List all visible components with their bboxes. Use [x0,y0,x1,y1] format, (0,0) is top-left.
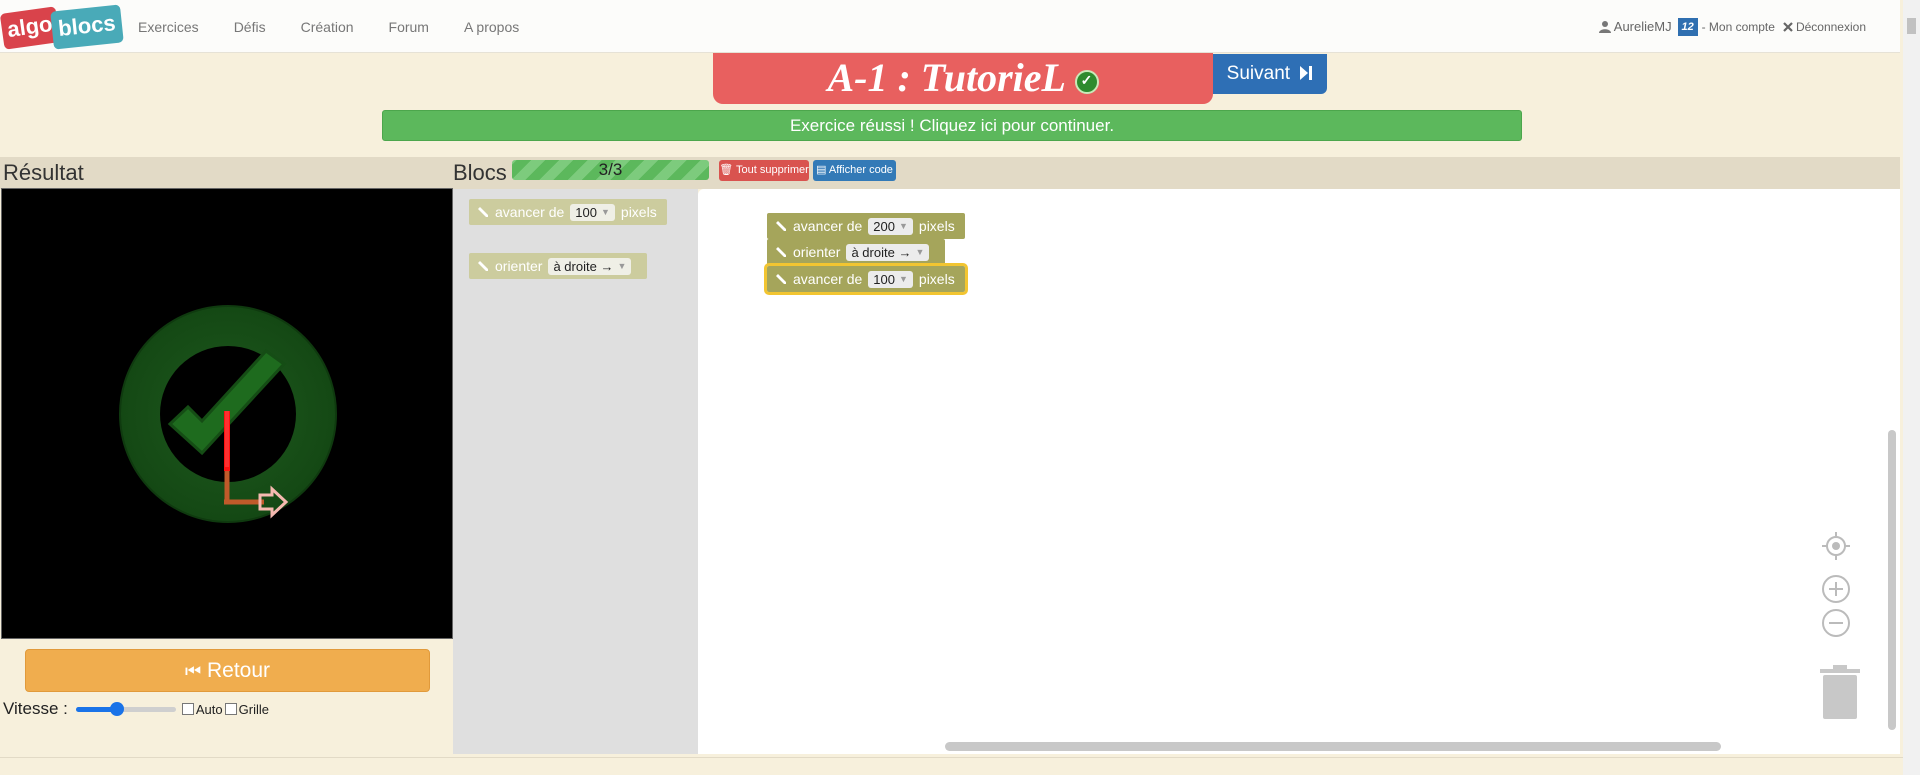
slider-thumb[interactable] [110,702,125,716]
exercise-title-text: A-1 : TutorieL [827,55,1065,100]
trash-icon: 🗑 [719,164,734,176]
level-badge: 12 [1677,17,1698,36]
workspace-block-forward-2[interactable]: avancer de 100 ▼ pixels [764,263,968,295]
logout-link[interactable]: Déconnexion [1796,20,1866,34]
workspace-vertical-scrollbar[interactable] [1888,430,1896,730]
toolbox-block-orient[interactable]: orienter à droite → ▼ [469,253,648,279]
nav-creation[interactable]: Création [301,19,354,35]
grid-box[interactable] [224,703,237,715]
result-heading: Résultat [3,160,84,185]
field-value: à droite → [851,244,912,260]
algobocs-logo[interactable]: algo blocs [0,4,124,50]
nav-links: Exercices Défis Création Forum A propos [138,0,554,53]
block-suffix: pixels [620,204,657,220]
pencil-icon [776,274,786,284]
dropdown-arrow-icon: ▼ [898,274,908,284]
auto-checkbox[interactable]: Auto [181,701,223,717]
pencil-icon [776,221,786,231]
workspace-block-orient[interactable]: orienter à droite → ▼ [767,239,946,265]
result-canvas [1,188,453,639]
logo-blocs: blocs [50,4,124,50]
block-workspace[interactable]: avancer de 200 ▼ pixels orienter à droite… [698,189,1900,754]
block-text: orienter [495,258,543,274]
dropdown-arrow-icon: ▼ [898,221,908,231]
nav-exercices[interactable]: Exercices [138,19,199,35]
username[interactable]: AurelieMJ [1614,19,1672,34]
delete-all-label: Tout supprimer [736,164,809,176]
back-button[interactable]: ⏮ Retour [25,649,430,692]
distance-field[interactable]: 100 ▼ [570,203,615,221]
field-value: 200 [873,218,895,234]
trash-can-icon[interactable] [1818,665,1862,721]
block-toolbox: avancer de 100 ▼ pixels orienter à droite… [453,189,698,754]
close-icon [1783,21,1793,32]
block-text: avancer de [793,271,863,287]
delete-all-button[interactable]: 🗑 Tout supprimer [719,160,809,181]
grid-checkbox[interactable]: Grille [224,701,269,717]
pencil-icon [478,261,488,271]
footer-band [0,757,1903,775]
show-code-button[interactable]: ▤ Afficher code [813,160,896,181]
next-label: Suivant [1226,63,1291,84]
speed-label: Vitesse : [3,699,68,718]
distance-field[interactable]: 100 ▼ [868,270,913,288]
user-area: AurelieMJ 12 - Mon compte Déconnexion [1598,0,1874,53]
direction-field[interactable]: à droite → ▼ [846,243,930,261]
navbar: algo blocs Exercices Défis Création Foru… [0,0,1900,53]
result-header: Résultat [0,157,453,189]
speed-slider[interactable] [75,698,176,720]
success-banner[interactable]: Exercice réussi ! Cliquez ici pour conti… [382,110,1522,141]
block-text: avancer de [495,204,565,220]
blocks-progress: 3/3 [512,160,709,180]
user-icon [1598,21,1611,33]
back-label: Retour [207,659,271,682]
field-value: 100 [873,271,895,287]
workspace-horizontal-scrollbar[interactable] [945,742,1721,751]
block-text: orienter [793,244,841,260]
block-suffix: pixels [918,218,955,234]
dropdown-arrow-icon: ▼ [915,247,925,257]
distance-field[interactable]: 200 ▼ [868,217,913,235]
toolbox-block-forward[interactable]: avancer de 100 ▼ pixels [469,199,667,225]
nav-forum[interactable]: Forum [389,19,429,35]
field-value: à droite → [553,258,614,274]
next-button[interactable]: Suivant [1213,54,1327,94]
nav-defis[interactable]: Défis [234,19,266,35]
auto-box[interactable] [181,703,194,715]
zoom-in-icon[interactable] [1820,573,1852,605]
skip-forward-icon [1300,66,1313,80]
block-text: avancer de [793,218,863,234]
dropdown-arrow-icon: ▼ [617,261,627,271]
rewind-icon: ⏮ [184,661,202,681]
check-icon: ✓ [1074,69,1099,94]
zoom-out-icon[interactable] [1820,607,1852,639]
account-link[interactable]: - Mon compte [1702,20,1775,34]
direction-field[interactable]: à droite → ▼ [548,257,632,275]
exercise-title: A-1 : TutorieL ✓ [713,53,1213,104]
show-code-label: Afficher code [828,164,893,176]
field-value: 100 [575,204,597,220]
page-scrollbar[interactable] [1903,0,1920,775]
blocs-heading: Blocs [453,160,507,185]
list-icon: ▤ [816,164,827,176]
recenter-icon[interactable] [1820,530,1852,562]
pencil-icon [478,207,488,217]
auto-label: Auto [195,701,223,717]
nav-apropos[interactable]: A propos [464,19,519,35]
dropdown-arrow-icon: ▼ [600,207,610,217]
grid-label: Grille [238,701,269,717]
pencil-icon [776,247,786,257]
speed-controls: Vitesse : Auto Grille [3,698,271,720]
block-suffix: pixels [918,271,955,287]
workspace-block-forward-1[interactable]: avancer de 200 ▼ pixels [767,213,965,239]
page-scrollbar-thumb[interactable] [1907,18,1916,34]
